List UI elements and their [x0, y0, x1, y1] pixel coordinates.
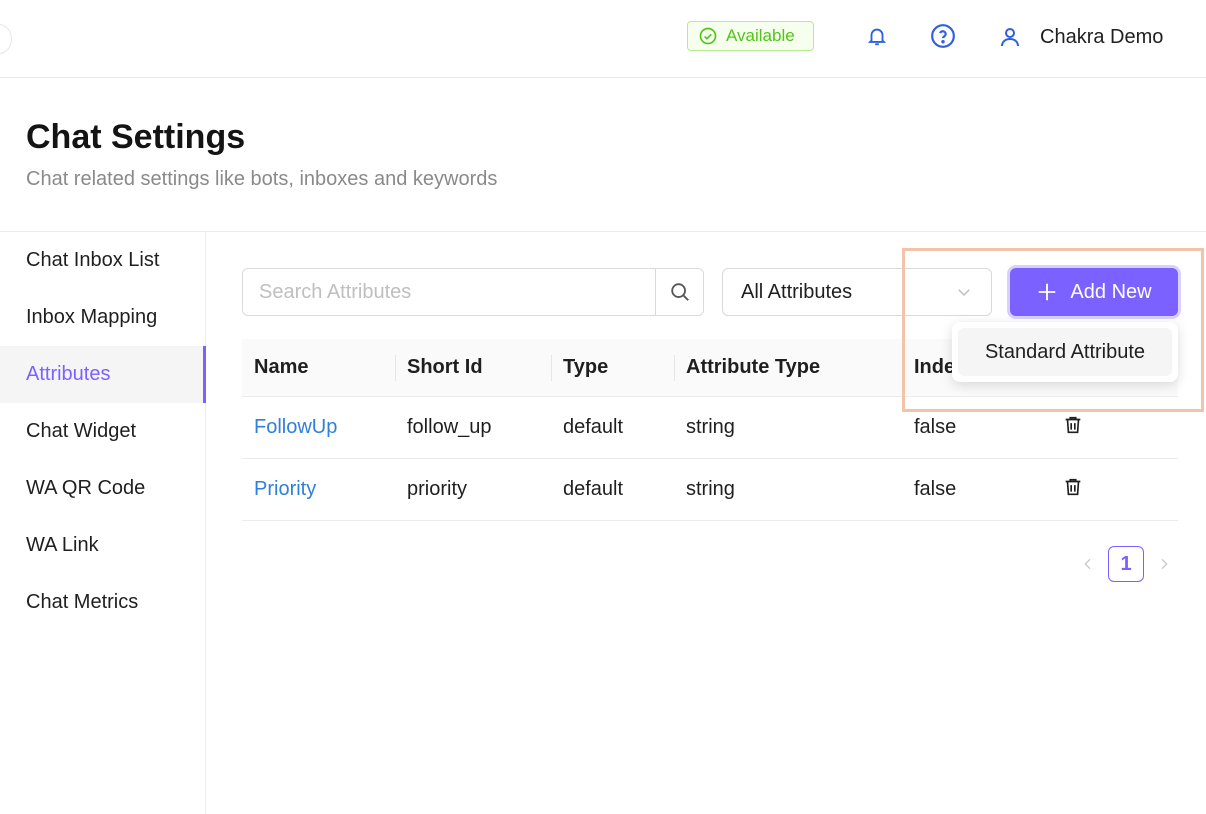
- pagination: 1: [1078, 546, 1174, 582]
- add-new-label: Add New: [1070, 280, 1152, 303]
- sidebar-item-attributes[interactable]: Attributes: [0, 346, 206, 403]
- trash-icon: [1065, 416, 1081, 433]
- attribute-filter-select[interactable]: All Attributes: [722, 268, 992, 316]
- search-box: [242, 268, 704, 316]
- attribute-indexed: false: [914, 478, 957, 500]
- user-name: Chakra Demo: [1040, 25, 1164, 48]
- help-button[interactable]: [930, 22, 956, 50]
- add-new-dropdown: Standard Attribute: [952, 322, 1178, 382]
- column-header-attribute-type: Attribute Type: [674, 339, 902, 396]
- page-subtitle: Chat related settings like bots, inboxes…: [26, 168, 498, 190]
- attribute-data-type: string: [686, 478, 735, 500]
- page-header: Chat Settings Chat related settings like…: [0, 78, 1206, 232]
- table-row: Priority priority default string false: [242, 459, 1178, 521]
- user-icon: [1001, 28, 1019, 47]
- attribute-type: default: [563, 416, 624, 438]
- sidebar-collapse-button[interactable]: [0, 24, 12, 54]
- chevron-down-icon: [958, 289, 970, 297]
- user-menu[interactable]: Chakra Demo: [998, 22, 1163, 52]
- page-number-current[interactable]: 1: [1108, 546, 1144, 582]
- table-row: FollowUp follow_up default string false: [242, 397, 1178, 459]
- top-bar: Available Chakra Demo: [0, 0, 1206, 78]
- attribute-name-link[interactable]: Priority: [254, 478, 316, 500]
- attribute-type: default: [563, 478, 624, 500]
- sidebar-item-inbox-mapping[interactable]: Inbox Mapping: [0, 289, 205, 346]
- sidebar-item-wa-link[interactable]: WA Link: [0, 517, 205, 574]
- sidebar-item-chat-inbox-list[interactable]: Chat Inbox List: [0, 232, 205, 289]
- chevron-right-icon: [1161, 558, 1168, 570]
- add-new-button[interactable]: Add New: [1010, 268, 1178, 316]
- column-header-short-id: Short Id: [395, 339, 551, 396]
- notifications-button[interactable]: [864, 22, 890, 50]
- status-label: Available: [726, 26, 795, 45]
- page-title: Chat Settings: [26, 118, 246, 156]
- sidebar-item-wa-qr-code[interactable]: WA QR Code: [0, 460, 205, 517]
- search-button[interactable]: [655, 269, 703, 315]
- sidebar-item-chat-metrics[interactable]: Chat Metrics: [0, 574, 205, 631]
- trash-icon: [1065, 478, 1081, 495]
- attribute-filter-value: All Attributes: [741, 280, 853, 303]
- plus-icon: [1039, 283, 1056, 301]
- attribute-short-id: priority: [407, 478, 468, 500]
- column-header-name: Name: [254, 356, 309, 378]
- status-badge[interactable]: Available: [687, 21, 814, 51]
- attribute-name-link[interactable]: FollowUp: [254, 416, 337, 438]
- help-circle-icon: [931, 24, 955, 48]
- next-page-button[interactable]: [1154, 555, 1174, 573]
- dropdown-item-standard-attribute[interactable]: Standard Attribute: [958, 328, 1172, 376]
- attribute-indexed: false: [914, 416, 957, 438]
- bell-icon: [867, 28, 887, 46]
- search-icon: [670, 283, 689, 301]
- delete-button[interactable]: [1062, 414, 1084, 436]
- chevron-left-icon: [1084, 558, 1091, 570]
- column-header-type: Type: [551, 339, 674, 396]
- attribute-short-id: follow_up: [407, 416, 492, 438]
- check-circle-icon: [699, 27, 717, 45]
- delete-button[interactable]: [1062, 476, 1084, 498]
- settings-sidebar: Chat Inbox List Inbox Mapping Attributes…: [0, 232, 206, 814]
- prev-page-button[interactable]: [1078, 555, 1098, 573]
- attribute-data-type: string: [686, 416, 735, 438]
- search-input[interactable]: [243, 269, 655, 315]
- sidebar-item-chat-widget[interactable]: Chat Widget: [0, 403, 205, 460]
